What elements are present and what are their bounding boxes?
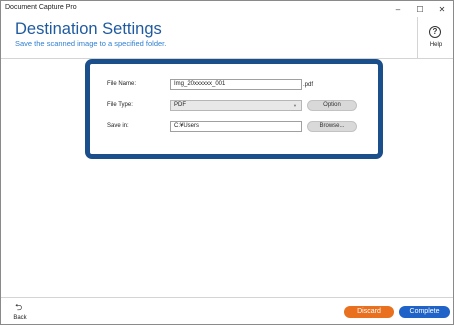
browse-button[interactable]: Browse... — [307, 121, 357, 132]
page-subtitle: Save the scanned image to a specified fo… — [15, 39, 167, 48]
page-header: Destination Settings Save the scanned im… — [1, 17, 453, 59]
footer-bar: ⮌ Back Discard Complete — [1, 297, 453, 325]
question-circle-icon: ? — [429, 26, 441, 38]
save-in-input[interactable]: C:¥Users — [170, 121, 302, 132]
minimize-button[interactable]: – — [387, 1, 409, 17]
file-type-value: PDF — [174, 102, 186, 108]
page-title: Destination Settings — [15, 20, 162, 38]
file-type-label: File Type: — [107, 102, 133, 108]
file-name-label: File Name: — [107, 81, 137, 87]
title-bar: Document Capture Pro – ☐ ✕ — [1, 1, 453, 17]
maximize-button[interactable]: ☐ — [409, 1, 431, 17]
window-title: Document Capture Pro — [5, 4, 77, 11]
save-in-label: Save in: — [107, 123, 129, 129]
file-name-input[interactable]: Img_20xxxxxx_001 — [170, 79, 302, 90]
file-type-select[interactable]: PDF ▼ — [170, 100, 302, 111]
file-extension-label: .pdf — [303, 82, 314, 88]
complete-button[interactable]: Complete — [399, 306, 450, 318]
back-arrow-icon: ⮌ — [15, 302, 23, 312]
back-label: Back — [13, 315, 27, 321]
option-button[interactable]: Option — [307, 100, 357, 111]
back-button[interactable]: ⮌ Back — [10, 301, 30, 323]
help-label: Help — [429, 42, 443, 48]
app-window: Document Capture Pro – ☐ ✕ Destination S… — [0, 0, 454, 325]
close-button[interactable]: ✕ — [431, 1, 453, 17]
chevron-down-icon: ▼ — [293, 103, 297, 108]
help-button[interactable]: ? Help — [417, 17, 453, 59]
destination-panel: File Name: Img_20xxxxxx_001 .pdf File Ty… — [85, 59, 383, 159]
discard-button[interactable]: Discard — [344, 306, 394, 318]
